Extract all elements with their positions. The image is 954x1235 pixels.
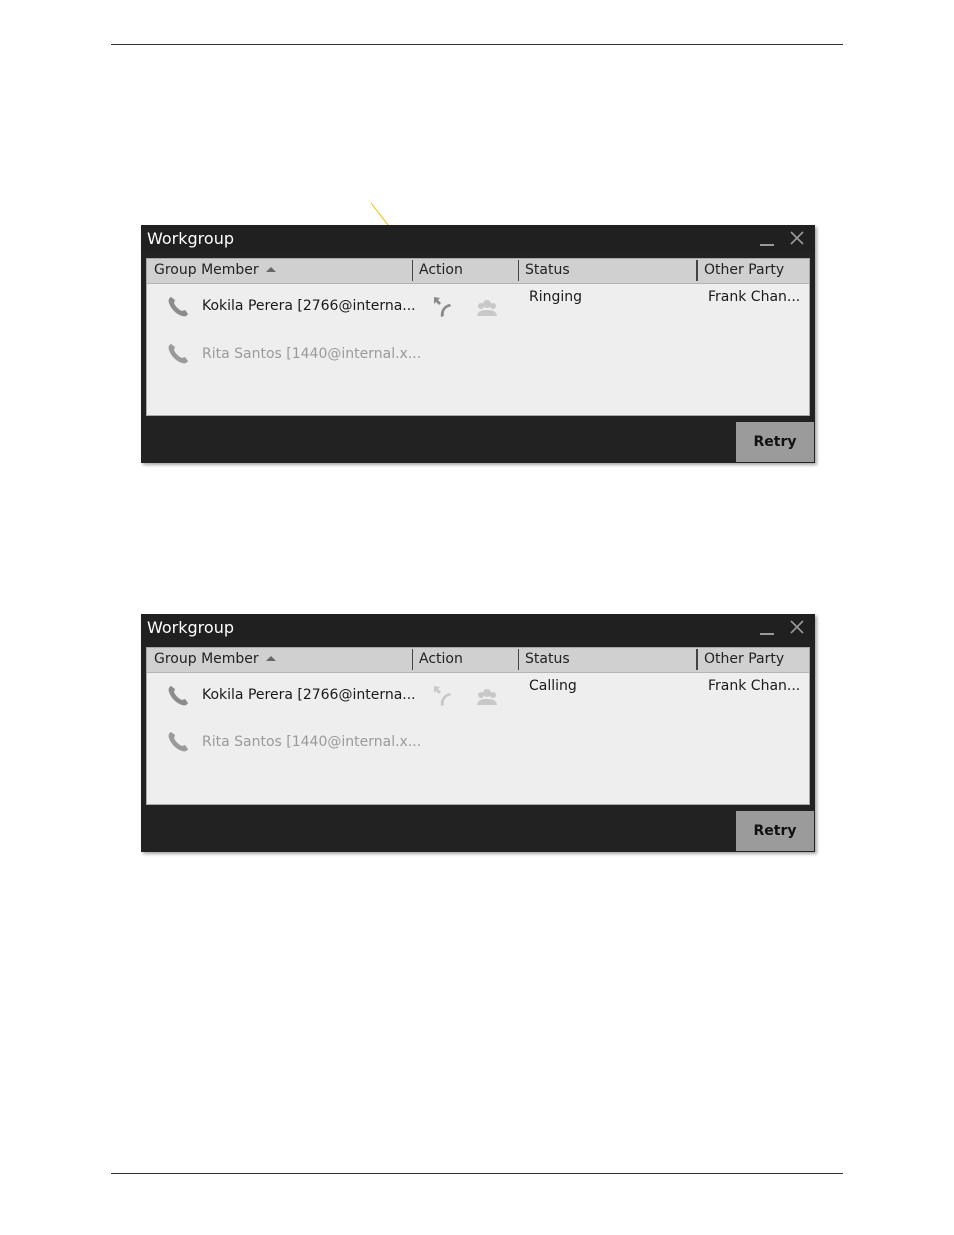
table-header: Group Member Action Status Other Party (147, 259, 809, 284)
workgroup-window-calling: Workgroup Group Member Action Status Oth… (141, 614, 815, 852)
status-text: Calling (529, 678, 577, 694)
sort-ascending-icon (266, 267, 276, 272)
close-icon (790, 231, 804, 245)
conference-icon (477, 300, 497, 316)
column-header-status[interactable]: Status (525, 262, 570, 278)
column-divider[interactable] (412, 649, 413, 670)
table-row[interactable]: Kokila Perera [2766@interna... Ringing F… (147, 284, 809, 324)
other-party-text: Frank Chan... (708, 289, 801, 305)
window-title: Workgroup (147, 229, 234, 248)
close-button[interactable] (787, 616, 807, 638)
window-titlebar: Workgroup (141, 225, 815, 252)
member-name: Rita Santos [1440@internal.x... (202, 734, 422, 750)
minimize-button[interactable] (757, 616, 777, 638)
column-divider[interactable] (518, 260, 519, 281)
window-titlebar: Workgroup (141, 614, 815, 641)
window-title: Workgroup (147, 618, 234, 637)
column-header-group-member[interactable]: Group Member (154, 651, 259, 667)
workgroup-table: Group Member Action Status Other Party K… (146, 647, 810, 805)
call-pickup-icon (434, 686, 451, 706)
phone-icon (168, 344, 188, 364)
column-header-other-party[interactable]: Other Party (704, 651, 784, 667)
column-divider[interactable] (696, 649, 698, 670)
column-header-group-member[interactable]: Group Member (154, 262, 259, 278)
phone-icon (168, 732, 188, 752)
sort-ascending-icon (266, 656, 276, 661)
column-header-action[interactable]: Action (419, 651, 463, 667)
workgroup-window-ringing: Workgroup Group Member Action Status Oth… (141, 225, 815, 463)
column-header-other-party[interactable]: Other Party (704, 262, 784, 278)
page-header-rule (111, 44, 843, 45)
minimize-button[interactable] (757, 227, 777, 249)
phone-icon (168, 297, 188, 317)
call-pickup-icon[interactable] (430, 295, 454, 319)
member-name: Rita Santos [1440@internal.x... (202, 346, 422, 362)
table-header: Group Member Action Status Other Party (147, 648, 809, 673)
window-footer: Retry (141, 422, 815, 463)
retry-button[interactable]: Retry (736, 422, 814, 462)
table-row[interactable]: Rita Santos [1440@internal.x... (147, 331, 809, 371)
close-button[interactable] (787, 227, 807, 249)
column-header-action[interactable]: Action (419, 262, 463, 278)
status-text: Ringing (529, 289, 583, 305)
table-row[interactable]: Kokila Perera [2766@interna... Calling F… (147, 673, 809, 713)
column-header-status[interactable]: Status (525, 651, 570, 667)
column-divider[interactable] (696, 260, 698, 281)
other-party-text: Frank Chan... (708, 678, 801, 694)
workgroup-table: Group Member Action Status Other Party K… (146, 258, 810, 416)
conference-icon (477, 689, 497, 705)
column-divider[interactable] (518, 649, 519, 670)
close-icon (790, 620, 804, 634)
member-name: Kokila Perera [2766@interna... (202, 687, 416, 703)
column-divider[interactable] (412, 260, 413, 281)
window-footer: Retry (141, 811, 815, 852)
table-row[interactable]: Rita Santos [1440@internal.x... (147, 719, 809, 759)
retry-button[interactable]: Retry (736, 811, 814, 851)
phone-icon (168, 686, 188, 706)
member-name: Kokila Perera [2766@interna... (202, 298, 416, 314)
page-footer-rule (111, 1173, 843, 1174)
